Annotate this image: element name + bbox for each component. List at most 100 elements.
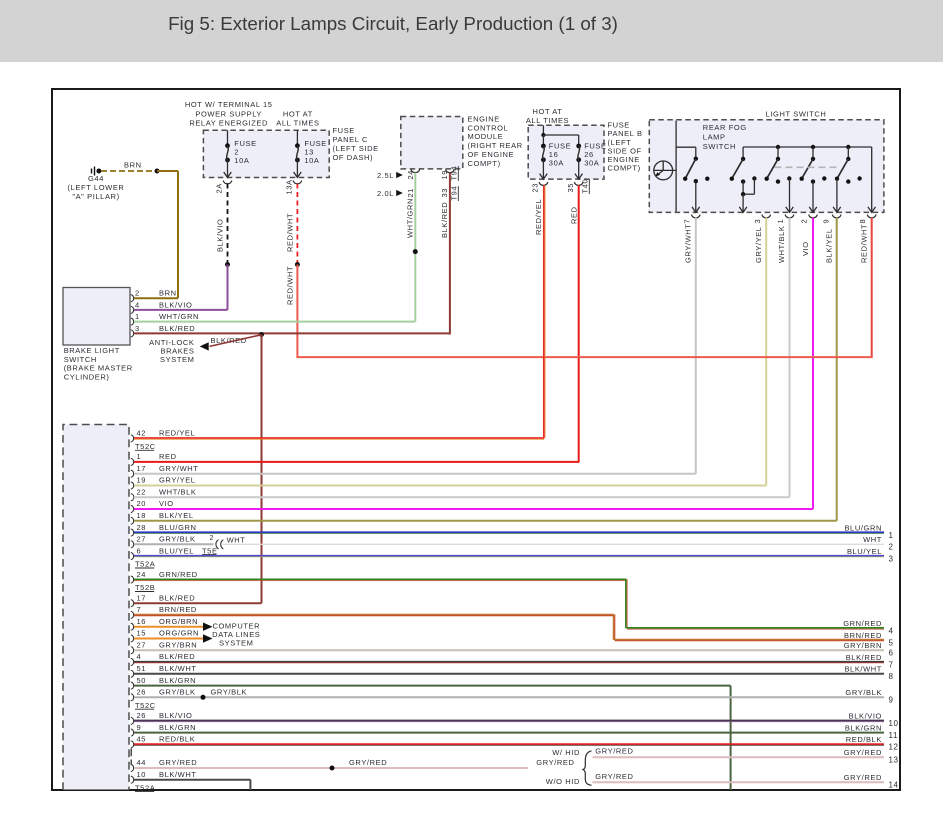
- svg-text:T52B: T52B: [135, 583, 155, 592]
- svg-text:BLK/WHT: BLK/WHT: [844, 665, 882, 674]
- svg-text:GRY/RED: GRY/RED: [595, 772, 633, 781]
- svg-text:BLK/VIO: BLK/VIO: [159, 300, 192, 309]
- svg-text:RED/BLK: RED/BLK: [846, 735, 882, 744]
- svg-text:26: 26: [137, 711, 147, 720]
- svg-text:1: 1: [776, 219, 785, 224]
- svg-text:3: 3: [135, 324, 140, 333]
- svg-text:BLK/RED: BLK/RED: [440, 202, 449, 238]
- svg-text:4: 4: [137, 652, 142, 661]
- svg-text:GRY/WHT: GRY/WHT: [684, 224, 693, 263]
- svg-text:13: 13: [889, 756, 899, 765]
- svg-text:BLK/WHT: BLK/WHT: [159, 770, 197, 779]
- svg-text:9: 9: [889, 696, 894, 705]
- svg-text:GRY/RED: GRY/RED: [349, 758, 387, 767]
- svg-text:27: 27: [137, 535, 147, 544]
- svg-text:BRN: BRN: [159, 289, 177, 298]
- svg-text:WHT/GRN: WHT/GRN: [159, 312, 199, 321]
- svg-text:GRY/BRN: GRY/BRN: [844, 641, 882, 650]
- svg-text:12: 12: [889, 743, 899, 752]
- svg-text:20: 20: [137, 499, 147, 508]
- svg-text:SYSTEM: SYSTEM: [160, 355, 194, 364]
- svg-text:1: 1: [137, 452, 142, 461]
- svg-text:2.5L: 2.5L: [377, 171, 394, 180]
- svg-text:RED/YEL: RED/YEL: [534, 199, 543, 235]
- svg-text:17: 17: [137, 464, 147, 473]
- svg-text:2A: 2A: [215, 183, 224, 193]
- svg-text:GRN/RED: GRN/RED: [159, 570, 198, 579]
- svg-text:T52A: T52A: [135, 560, 155, 569]
- svg-text:CONTROL: CONTROL: [468, 123, 509, 132]
- svg-text:LAMP: LAMP: [703, 132, 726, 141]
- svg-text:T52C: T52C: [135, 701, 156, 710]
- svg-text:30A: 30A: [584, 158, 599, 167]
- svg-text:BLK/VIO: BLK/VIO: [159, 711, 192, 720]
- svg-text:(RIGHT REAR: (RIGHT REAR: [468, 141, 523, 150]
- svg-text:HOT W/ TERMINAL 15: HOT W/ TERMINAL 15: [185, 100, 273, 109]
- svg-text:10: 10: [137, 770, 147, 779]
- svg-text:5: 5: [889, 638, 894, 647]
- svg-text:GRY/RED: GRY/RED: [595, 747, 633, 756]
- svg-text:33: 33: [440, 188, 449, 198]
- svg-text:18: 18: [137, 511, 147, 520]
- svg-text:6: 6: [889, 649, 894, 658]
- svg-text:(BRAKE MASTER: (BRAKE MASTER: [64, 364, 133, 373]
- svg-text:WHT: WHT: [227, 536, 246, 545]
- svg-text:2: 2: [210, 535, 215, 542]
- svg-text:RED/WHT: RED/WHT: [286, 266, 295, 305]
- svg-text:1: 1: [889, 531, 894, 540]
- svg-text:8: 8: [858, 219, 867, 224]
- svg-text:3: 3: [889, 554, 894, 563]
- svg-text:HOT AT: HOT AT: [533, 107, 563, 116]
- svg-text:21: 21: [406, 188, 415, 198]
- svg-text:BLK/RED: BLK/RED: [846, 653, 882, 662]
- svg-text:RED: RED: [159, 452, 177, 461]
- svg-text:BLK/RED: BLK/RED: [159, 593, 195, 602]
- svg-text:GRY/BRN: GRY/BRN: [159, 641, 197, 650]
- svg-text:8: 8: [889, 672, 894, 681]
- svg-text:BLK/VIO: BLK/VIO: [216, 219, 225, 252]
- svg-text:7: 7: [889, 660, 894, 669]
- svg-text:T5E: T5E: [202, 546, 218, 555]
- svg-text:28: 28: [137, 523, 147, 532]
- svg-text:OF DASH): OF DASH): [333, 153, 374, 162]
- svg-text:MODULE: MODULE: [468, 132, 504, 141]
- svg-text:15: 15: [137, 629, 147, 638]
- svg-text:COMPT): COMPT): [608, 164, 641, 173]
- svg-text:51: 51: [137, 664, 147, 673]
- svg-text:BRN: BRN: [124, 161, 142, 170]
- svg-text:2: 2: [800, 219, 809, 224]
- svg-text:RED/WHT: RED/WHT: [859, 224, 868, 263]
- svg-text:SYSTEM: SYSTEM: [219, 639, 253, 648]
- svg-text:(LEFT SIDE: (LEFT SIDE: [333, 144, 379, 153]
- svg-text:GRY/BLK: GRY/BLK: [211, 688, 248, 697]
- svg-text:BLU/GRN: BLU/GRN: [159, 523, 197, 532]
- svg-text:BLK/YEL: BLK/YEL: [825, 228, 834, 263]
- svg-text:BRN/RED: BRN/RED: [159, 605, 197, 614]
- svg-text:BLK/GRN: BLK/GRN: [845, 723, 882, 732]
- svg-text:BLK/VIO: BLK/VIO: [849, 712, 882, 721]
- svg-text:VIO: VIO: [801, 241, 810, 256]
- svg-text:(LEFT LOWER: (LEFT LOWER: [68, 183, 125, 192]
- svg-text:1: 1: [135, 312, 140, 321]
- svg-text:GRY/BLK: GRY/BLK: [845, 688, 882, 697]
- svg-text:24: 24: [406, 170, 415, 180]
- svg-text:W/ HID: W/ HID: [552, 748, 580, 757]
- svg-text:11: 11: [889, 731, 899, 740]
- svg-text:T40: T40: [581, 179, 590, 194]
- svg-text:GRY/RED: GRY/RED: [844, 773, 882, 782]
- svg-text:ENGINE: ENGINE: [468, 115, 500, 124]
- svg-text:WHT: WHT: [863, 535, 882, 544]
- svg-text:BRN/RED: BRN/RED: [844, 631, 882, 640]
- svg-text:CYLINDER): CYLINDER): [64, 372, 110, 381]
- svg-text:POWER SUPPLY: POWER SUPPLY: [195, 109, 262, 118]
- svg-text:BLU/GRN: BLU/GRN: [844, 523, 882, 532]
- svg-text:ALL TIMES: ALL TIMES: [526, 116, 569, 125]
- svg-text:"A" PILLAR): "A" PILLAR): [72, 192, 119, 201]
- svg-text:LIGHT SWITCH: LIGHT SWITCH: [766, 110, 827, 119]
- svg-text:GRY/WHT: GRY/WHT: [159, 464, 198, 473]
- svg-text:OF ENGINE: OF ENGINE: [468, 150, 515, 159]
- svg-text:10A: 10A: [234, 156, 249, 165]
- svg-text:23: 23: [531, 183, 540, 193]
- svg-text:35: 35: [566, 183, 575, 193]
- svg-text:26: 26: [137, 688, 147, 697]
